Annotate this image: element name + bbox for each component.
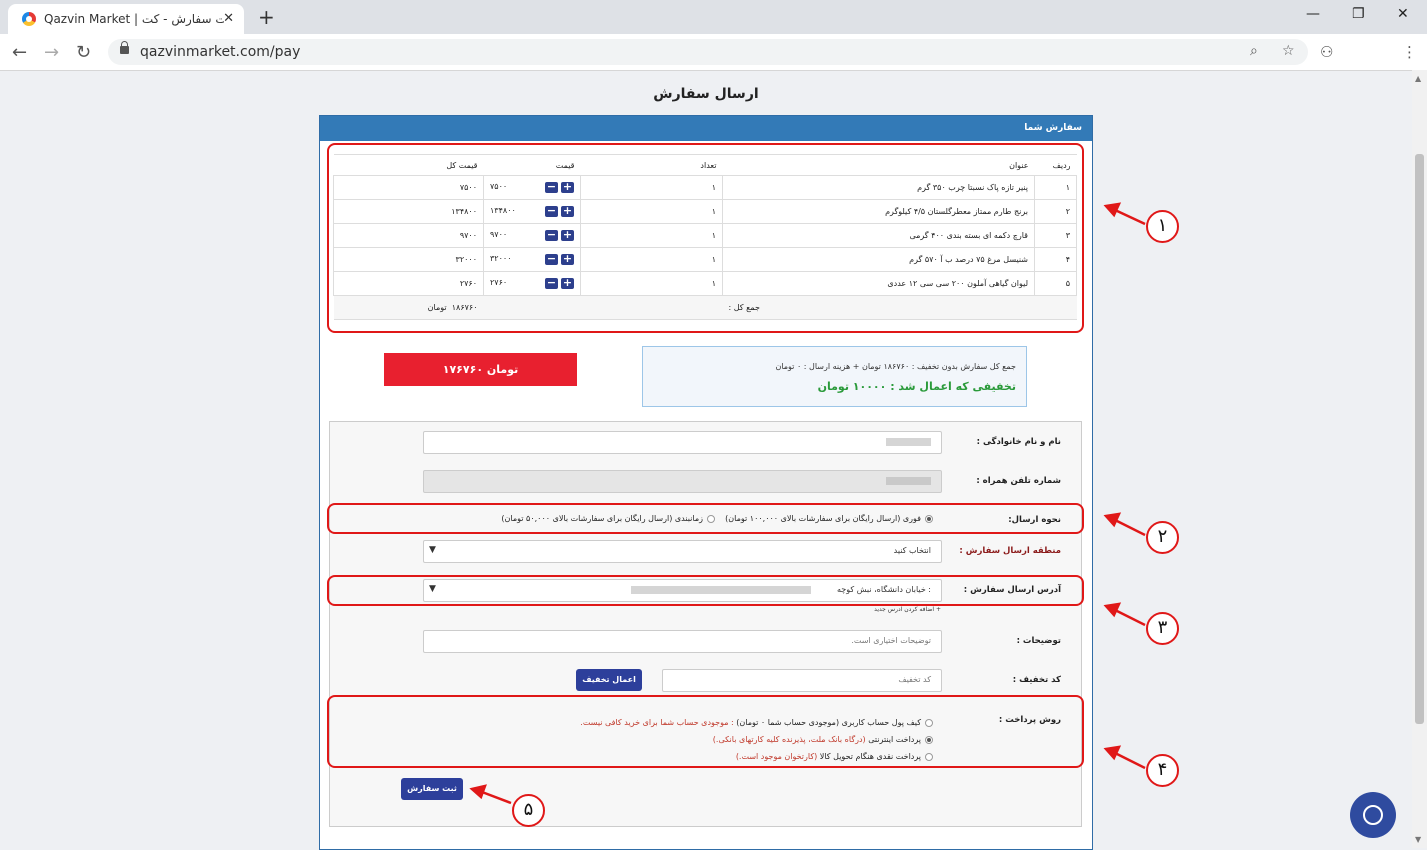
region-select[interactable]: انتخاب کنید ▼	[423, 540, 942, 563]
highlight-payment	[327, 695, 1084, 768]
notes-label: توضیحات :	[1016, 636, 1061, 646]
discount-placeholder: کد تخفیف	[898, 675, 931, 684]
final-total-box: ۱۷۶۷۶۰ تومان	[384, 353, 577, 386]
submit-order-button[interactable]: ثبت سفارش	[401, 778, 463, 800]
browser-tab[interactable]: Qazvin Market | ثبت سفارش - کت ✕	[8, 4, 244, 34]
phone-support-icon[interactable]	[1350, 792, 1396, 838]
apply-discount-button[interactable]: اعمال تخفیف	[576, 669, 642, 691]
blurred-name	[886, 438, 931, 446]
url-text: qazvinmarket.com/pay	[140, 44, 301, 60]
add-address-link[interactable]: + اضافه کردن آدرس جدید	[874, 606, 941, 613]
highlight-shipping	[327, 503, 1084, 534]
address-bar: ← → ↻ qazvinmarket.com/pay ⌕ ☆ ⚇ ⋮	[0, 34, 1427, 71]
back-icon[interactable]: ←	[12, 42, 27, 63]
close-tab-icon[interactable]: ✕	[223, 11, 234, 26]
new-tab-icon[interactable]: +	[258, 5, 275, 29]
name-field[interactable]	[423, 431, 942, 454]
scroll-up-icon[interactable]: ▲	[1415, 74, 1421, 83]
highlight-order-table	[327, 143, 1084, 333]
blurred-phone	[886, 477, 931, 485]
menu-icon[interactable]: ⋮	[1402, 43, 1417, 61]
scroll-thumb[interactable]	[1415, 154, 1424, 724]
scroll-down-icon[interactable]: ▼	[1415, 835, 1421, 844]
close-window-icon[interactable]: ✕	[1397, 6, 1409, 22]
summary-line: جمع کل سفارش بدون تخفیف : ۱۸۶۷۶۰ تومان +…	[775, 362, 1016, 371]
bookmark-star-icon[interactable]: ☆	[1282, 43, 1295, 59]
phone-field	[423, 470, 942, 493]
highlight-address	[327, 575, 1084, 606]
region-value: انتخاب کنید	[893, 546, 931, 555]
minimize-icon[interactable]: —	[1306, 6, 1320, 22]
site-favicon-icon	[22, 12, 36, 26]
callout-4: ۴	[1146, 754, 1179, 787]
callout-2: ۲	[1146, 521, 1179, 554]
zoom-icon[interactable]: ⌕	[1250, 43, 1258, 59]
page-title: ارسال سفارش	[653, 86, 759, 102]
notes-field[interactable]: توضیحات اختیاری است.	[423, 630, 942, 653]
forward-icon[interactable]: →	[44, 42, 59, 63]
tab-bar: Qazvin Market | ثبت سفارش - کت ✕ + — ❐ ✕	[0, 0, 1427, 34]
notes-placeholder: توضیحات اختیاری است.	[851, 636, 931, 645]
callout-3: ۳	[1146, 612, 1179, 645]
reload-icon[interactable]: ↻	[76, 42, 91, 63]
phone-label: شماره تلفن همراه :	[976, 476, 1061, 486]
url-field[interactable]: qazvinmarket.com/pay ⌕ ☆	[108, 39, 1308, 65]
restore-icon[interactable]: ❐	[1352, 6, 1365, 22]
tab-title: Qazvin Market | ثبت سفارش - کت	[44, 12, 224, 26]
discount-label: کد تخفیف :	[1012, 675, 1061, 685]
dropdown-arrow-icon[interactable]: ▼	[429, 545, 436, 555]
name-label: نام و نام خانوادگی :	[976, 437, 1061, 447]
extension-icon[interactable]: ⚇	[1320, 43, 1333, 61]
region-label: منطقه ارسال سفارش :	[959, 546, 1061, 556]
discount-code-field[interactable]: کد تخفیف	[662, 669, 942, 692]
callout-1: ۱	[1146, 210, 1179, 243]
lock-icon	[120, 41, 129, 54]
scrollbar[interactable]: ▲ ▼	[1412, 70, 1427, 848]
discount-applied-line: تخفیفی که اعمال شد : ۱۰۰۰۰ تومان	[817, 380, 1016, 393]
panel-header: سفارش شما	[320, 116, 1092, 141]
order-summary-box: جمع کل سفارش بدون تخفیف : ۱۸۶۷۶۰ تومان +…	[642, 346, 1027, 407]
callout-5: ۵	[512, 794, 545, 827]
